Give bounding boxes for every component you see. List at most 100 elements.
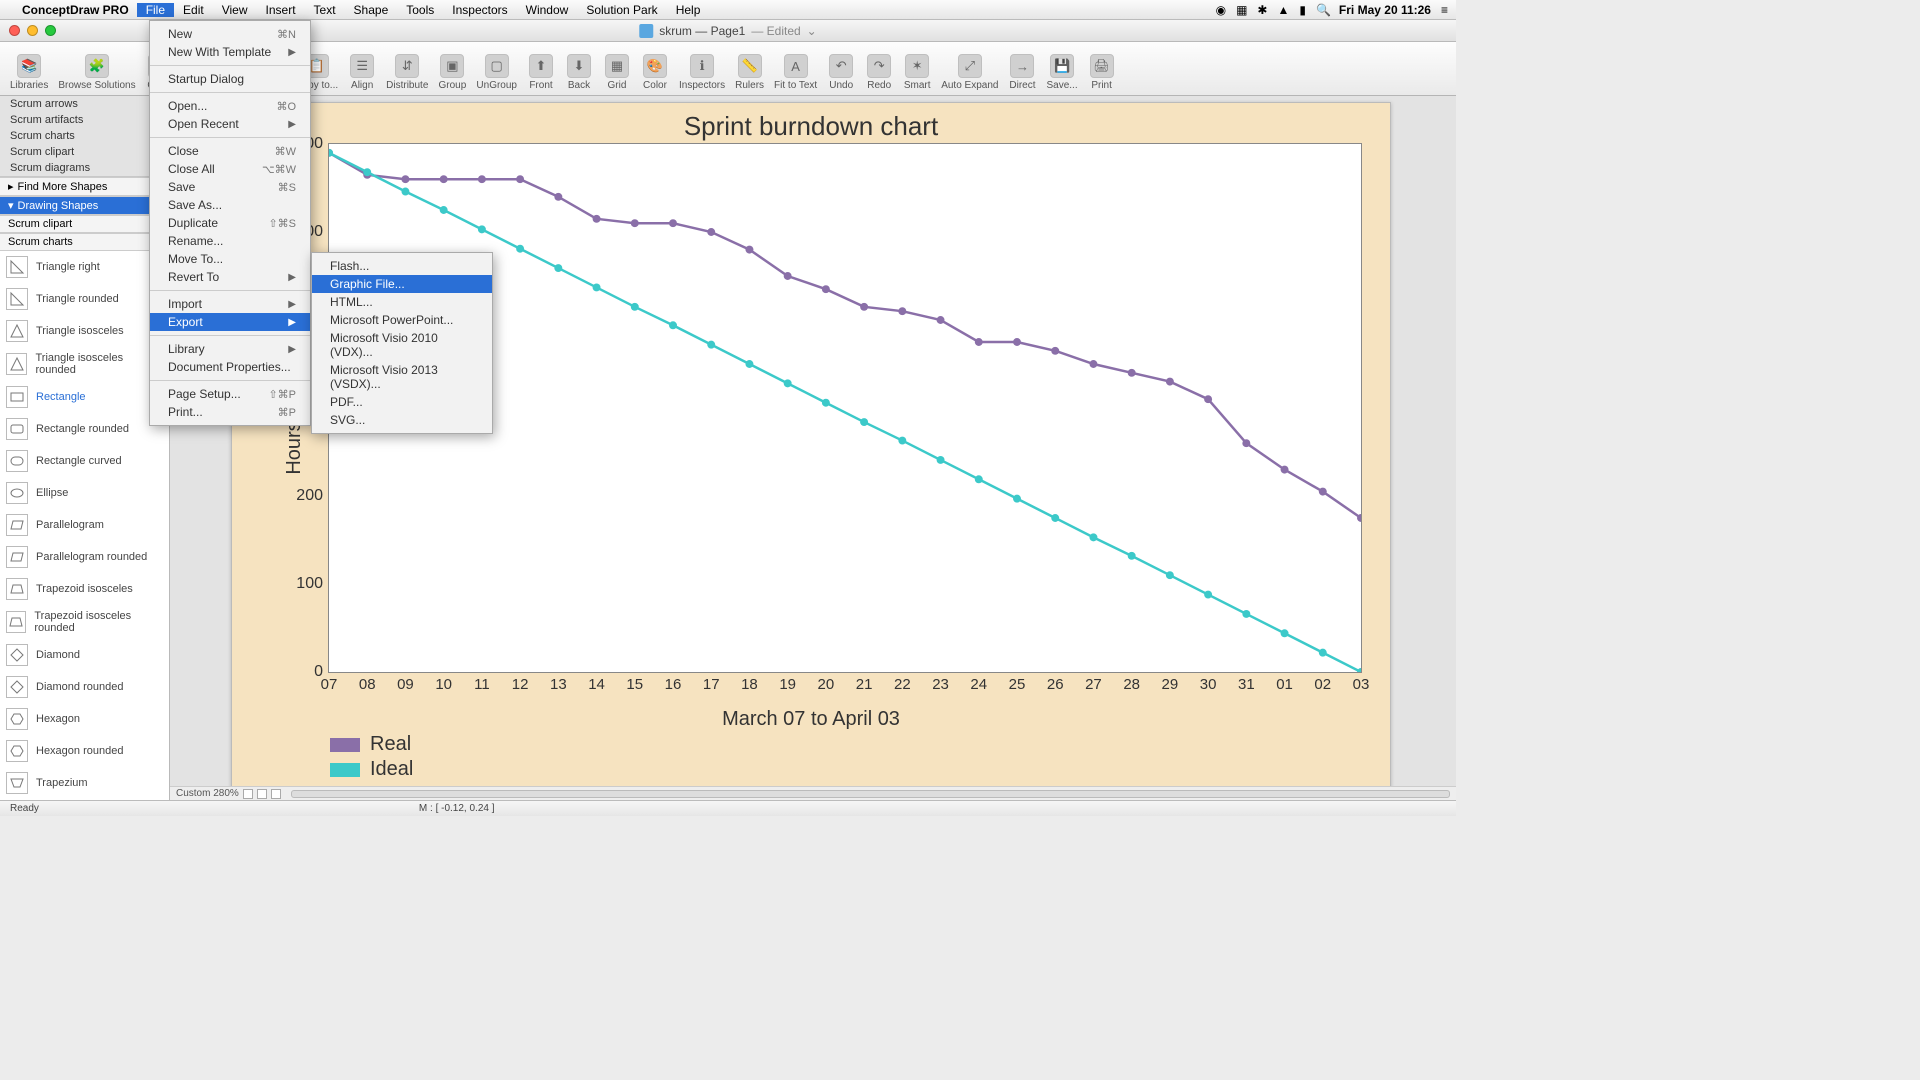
- export-menu-microsoft-visio-vsdx-[interactable]: Microsoft Visio 2013 (VSDX)...: [312, 361, 492, 393]
- shape-triangle-right[interactable]: Triangle right: [0, 251, 169, 283]
- file-menu-rename-[interactable]: Rename...: [150, 232, 310, 250]
- toolbar-libraries-button[interactable]: 📚Libraries: [6, 52, 52, 93]
- shape-trapezoid-isosceles[interactable]: Trapezoid isosceles: [0, 573, 169, 605]
- export-menu-svg-[interactable]: SVG...: [312, 411, 492, 429]
- toolbar-undo-button[interactable]: ↶Undo: [823, 52, 859, 93]
- shape-rectangle-rounded[interactable]: Rectangle rounded: [0, 413, 169, 445]
- toolbar-color-button[interactable]: 🎨Color: [637, 52, 673, 93]
- library-section-item[interactable]: Scrum arrows: [0, 96, 169, 112]
- shape-triangle-isosceles-rounded[interactable]: Triangle isosceles rounded: [0, 347, 169, 381]
- file-menu-new-with-template[interactable]: New With Template▶: [150, 43, 310, 61]
- menubar-item-help[interactable]: Help: [667, 3, 710, 17]
- find-more-shapes[interactable]: ▸Find More Shapes: [0, 177, 169, 196]
- toolbar-rulers-button[interactable]: 📏Rulers: [731, 52, 768, 93]
- app-name[interactable]: ConceptDraw PRO: [14, 3, 137, 17]
- shape-rectangle-curved[interactable]: Rectangle curved: [0, 445, 169, 477]
- toolbar-inspectors-button[interactable]: ℹInspectors: [675, 52, 729, 93]
- menu-icon[interactable]: ≡: [1441, 3, 1448, 17]
- file-menu-export[interactable]: Export▶: [150, 313, 310, 331]
- file-menu-move-to-[interactable]: Move To...: [150, 250, 310, 268]
- status-icon[interactable]: ▦: [1236, 3, 1247, 17]
- drawing-page[interactable]: Sprint burndown chart Hours 010020030040…: [231, 102, 1391, 786]
- toolbar-browse-solutions-button[interactable]: 🧩Browse Solutions: [54, 52, 139, 93]
- library-section-item[interactable]: Scrum diagrams: [0, 160, 169, 176]
- menubar-item-text[interactable]: Text: [305, 3, 345, 17]
- toolbar-save--button[interactable]: 💾Save...: [1042, 52, 1081, 93]
- menubar-item-insert[interactable]: Insert: [257, 3, 305, 17]
- file-menu-duplicate[interactable]: Duplicate⇧⌘S: [150, 214, 310, 232]
- toolbar-align-button[interactable]: ☰Align: [344, 52, 380, 93]
- export-menu-graphic-file-[interactable]: Graphic File...: [312, 275, 492, 293]
- library-section-item[interactable]: Scrum artifacts: [0, 112, 169, 128]
- toolbar-direct-button[interactable]: →Direct: [1004, 52, 1040, 93]
- export-menu-microsoft-powerpoint-[interactable]: Microsoft PowerPoint...: [312, 311, 492, 329]
- file-menu-open-[interactable]: Open...⌘O: [150, 97, 310, 115]
- toolbar-ungroup-button[interactable]: ▢UnGroup: [472, 52, 521, 93]
- scrum-charts-header[interactable]: Scrum charts: [0, 233, 169, 251]
- menubar-item-tools[interactable]: Tools: [397, 3, 443, 17]
- toolbar-distribute-button[interactable]: ⇵Distribute: [382, 52, 432, 93]
- menubar-item-inspectors[interactable]: Inspectors: [443, 3, 516, 17]
- menubar-item-edit[interactable]: Edit: [174, 3, 213, 17]
- zoom-control[interactable]: Custom 280%: [176, 788, 281, 799]
- library-section-item[interactable]: Scrum charts: [0, 128, 169, 144]
- status-icon[interactable]: ✱: [1257, 3, 1267, 17]
- shape-triangle-rounded[interactable]: Triangle rounded: [0, 283, 169, 315]
- wifi-icon[interactable]: ▲: [1277, 3, 1289, 17]
- library-section-item[interactable]: Scrum clipart: [0, 144, 169, 160]
- shape-ellipse[interactable]: Ellipse: [0, 477, 169, 509]
- file-menu-open-recent[interactable]: Open Recent▶: [150, 115, 310, 133]
- menubar-item-window[interactable]: Window: [517, 3, 578, 17]
- toolbar-fit-to-text-button[interactable]: AFit to Text: [770, 52, 821, 93]
- toolbar-smart-button[interactable]: ✶Smart: [899, 52, 935, 93]
- file-menu-new[interactable]: New⌘N: [150, 25, 310, 43]
- spotlight-icon[interactable]: 🔍: [1316, 3, 1331, 17]
- status-icon[interactable]: ◉: [1216, 3, 1226, 17]
- export-menu-html-[interactable]: HTML...: [312, 293, 492, 311]
- menubar-item-view[interactable]: View: [213, 3, 257, 17]
- shape-parallelogram[interactable]: Parallelogram: [0, 509, 169, 541]
- shape-trapezoid-isosceles-rounded[interactable]: Trapezoid isosceles rounded: [0, 605, 169, 639]
- file-menu-import[interactable]: Import▶: [150, 295, 310, 313]
- minimize-window-button[interactable]: [27, 25, 38, 36]
- file-menu-save-as-[interactable]: Save As...: [150, 196, 310, 214]
- file-menu-library[interactable]: Library▶: [150, 340, 310, 358]
- file-menu-revert-to[interactable]: Revert To▶: [150, 268, 310, 286]
- shape-triangle-isosceles[interactable]: Triangle isosceles: [0, 315, 169, 347]
- export-menu-microsoft-visio-vdx-[interactable]: Microsoft Visio 2010 (VDX)...: [312, 329, 492, 361]
- file-menu-document-properties-[interactable]: Document Properties...: [150, 358, 310, 376]
- shape-hexagon-rounded[interactable]: Hexagon rounded: [0, 735, 169, 767]
- shape-trapezium-rounded[interactable]: Trapezium rounded: [0, 799, 169, 800]
- menubar-item-shape[interactable]: Shape: [345, 3, 398, 17]
- shape-parallelogram-rounded[interactable]: Parallelogram rounded: [0, 541, 169, 573]
- file-menu-close[interactable]: Close⌘W: [150, 142, 310, 160]
- horizontal-scrollbar[interactable]: [291, 790, 1450, 798]
- scrum-clipart-header[interactable]: Scrum clipart: [0, 215, 169, 233]
- file-menu-print-[interactable]: Print...⌘P: [150, 403, 310, 421]
- shape-rectangle[interactable]: Rectangle: [0, 381, 169, 413]
- toolbar-back-button[interactable]: ⬇Back: [561, 52, 597, 93]
- clock[interactable]: Fri May 20 11:26: [1339, 3, 1431, 17]
- drawing-shapes-header[interactable]: ▾Drawing Shapes: [0, 196, 169, 215]
- menubar-item-file[interactable]: File: [137, 3, 174, 17]
- shape-diamond-rounded[interactable]: Diamond rounded: [0, 671, 169, 703]
- battery-icon[interactable]: ▮: [1299, 3, 1306, 17]
- export-menu-pdf-[interactable]: PDF...: [312, 393, 492, 411]
- file-menu-page-setup-[interactable]: Page Setup...⇧⌘P: [150, 385, 310, 403]
- toolbar-print-button[interactable]: 🖨Print: [1084, 52, 1120, 93]
- shape-diamond[interactable]: Diamond: [0, 639, 169, 671]
- zoom-window-button[interactable]: [45, 25, 56, 36]
- toolbar-redo-button[interactable]: ↷Redo: [861, 52, 897, 93]
- file-menu-startup-dialog[interactable]: Startup Dialog: [150, 70, 310, 88]
- toolbar-group-button[interactable]: ▣Group: [434, 52, 470, 93]
- toolbar-auto-expand-button[interactable]: ⤢Auto Expand: [937, 52, 1002, 93]
- close-window-button[interactable]: [9, 25, 20, 36]
- shape-trapezium[interactable]: Trapezium: [0, 767, 169, 799]
- shape-hexagon[interactable]: Hexagon: [0, 703, 169, 735]
- title-dropdown-icon[interactable]: ⌄: [807, 24, 817, 38]
- toolbar-grid-button[interactable]: ▦Grid: [599, 52, 635, 93]
- toolbar-front-button[interactable]: ⬆Front: [523, 52, 559, 93]
- menubar-item-solution-park[interactable]: Solution Park: [577, 3, 666, 17]
- file-menu-save[interactable]: Save⌘S: [150, 178, 310, 196]
- export-menu-flash-[interactable]: Flash...: [312, 257, 492, 275]
